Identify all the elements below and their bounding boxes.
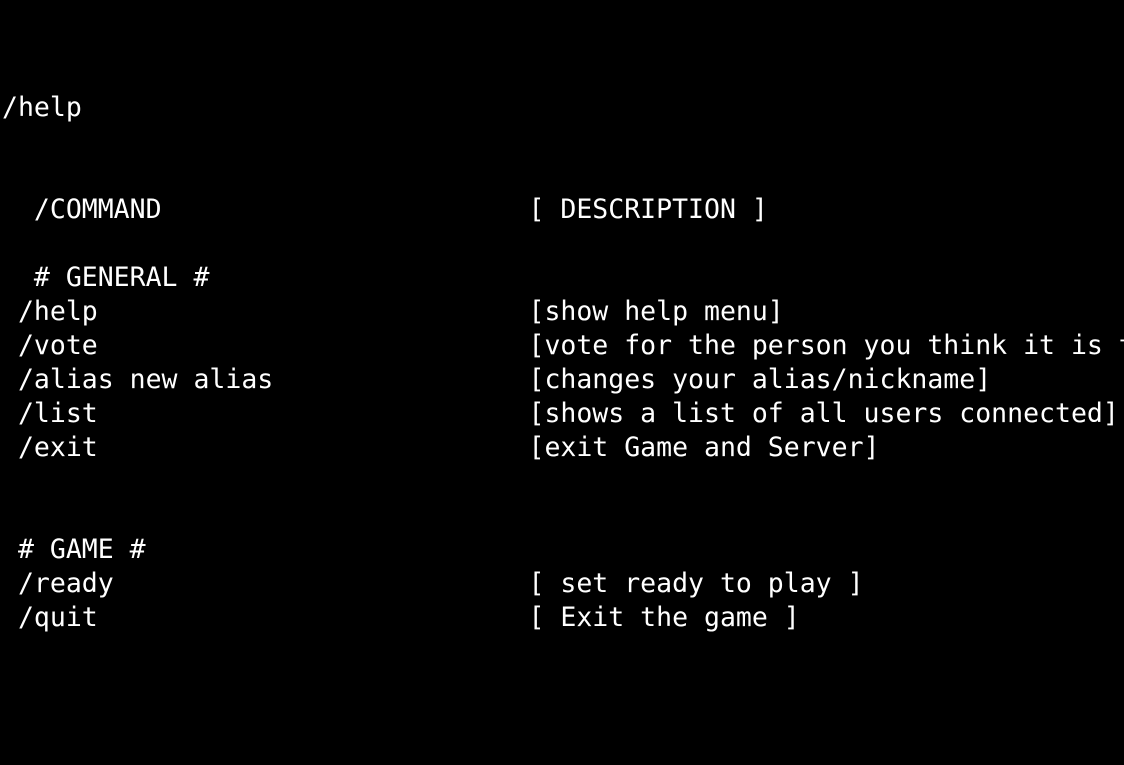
section-heading-general: # GENERAL # (2, 262, 210, 293)
help-row-list: /list [shows a list of all users connect… (2, 398, 1119, 429)
section-heading-game: # GAME # (2, 534, 146, 565)
terminal-window[interactable]: /help /COMMAND [ DESCRIPTION ] # GENERAL… (0, 0, 1124, 765)
help-row-quit: /quit [ Exit the game ] (2, 602, 800, 633)
help-row-ready: /ready [ set ready to play ] (2, 568, 864, 599)
help-row-vote: /vote [vote for the person you think it … (2, 330, 1124, 361)
command-echo-line: /help (2, 92, 82, 123)
help-row-alias: /alias new alias [changes your alias/nic… (2, 364, 992, 395)
help-row-help: /help [show help menu] (2, 296, 784, 327)
help-header-line: /COMMAND [ DESCRIPTION ] (2, 194, 768, 225)
help-row-exit: /exit [exit Game and Server] (2, 432, 880, 463)
